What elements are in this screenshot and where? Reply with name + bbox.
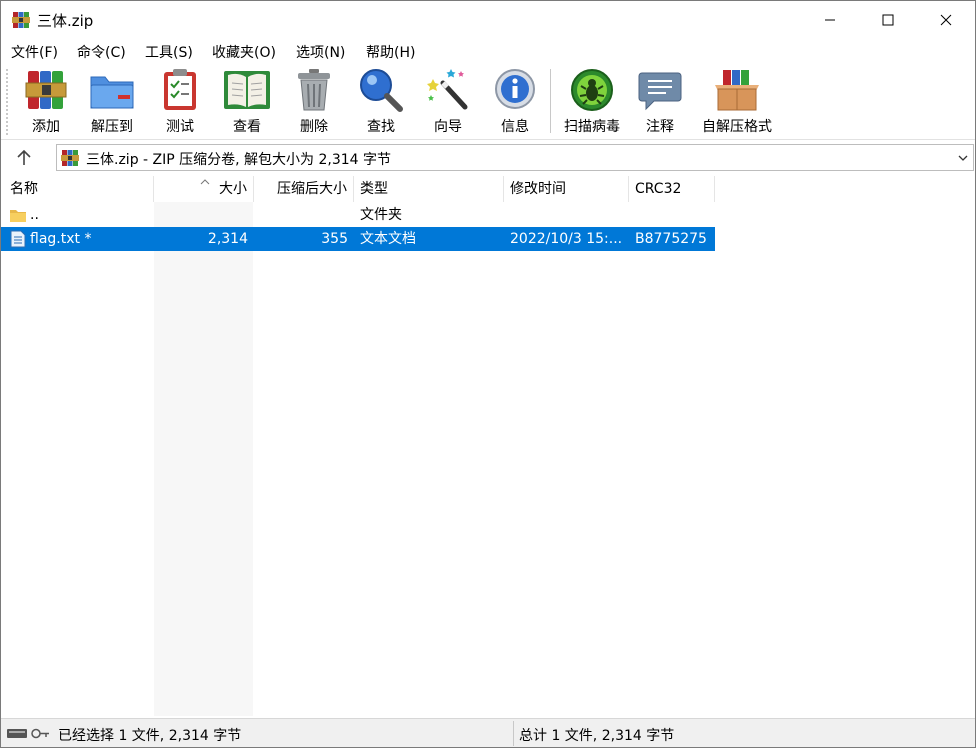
file-list[interactable]: 名称 大小 压缩后大小 类型 修改时间 CRC32 .. 文件夹 flag.tx… — [1, 176, 975, 716]
add-button[interactable]: 添加 — [14, 67, 78, 137]
winrar-window: 三体.zip 文件(F) 命令(C) 工具(S) 收藏夹(O) 选项(N) 帮助… — [0, 0, 976, 748]
window-title: 三体.zip — [37, 12, 94, 30]
extract-folder-icon — [90, 76, 134, 109]
close-icon — [940, 14, 952, 26]
file-crc: B8775275 — [635, 231, 707, 247]
comment-label: 注释 — [646, 119, 674, 135]
list-item-selected[interactable]: flag.txt * 2,314 355 文本文档 2022/10/3 15:.… — [1, 227, 715, 251]
file-type: 文件夹 — [360, 207, 402, 223]
column-header-crc[interactable]: CRC32 — [629, 176, 715, 202]
maximize-button[interactable] — [859, 1, 917, 39]
test-button[interactable]: 测试 — [148, 67, 212, 137]
menu-commands[interactable]: 命令(C) — [77, 42, 126, 62]
menu-options[interactable]: 选项(N) — [296, 42, 345, 62]
column-header-packed[interactable]: 压缩后大小 — [254, 176, 354, 202]
minimize-button[interactable] — [801, 1, 859, 39]
status-total-text: 总计 1 文件, 2,314 字节 — [519, 728, 675, 744]
sfx-box-icon — [715, 70, 759, 111]
virus-scan-icon — [571, 69, 613, 111]
add-archive-icon — [25, 71, 67, 109]
magic-wand-icon — [427, 69, 468, 110]
drive-key-icon — [7, 728, 49, 739]
maximize-icon — [882, 14, 894, 26]
info-button[interactable]: 信息 — [483, 67, 547, 137]
file-size: 2,314 — [207, 231, 248, 247]
text-file-icon — [10, 230, 26, 248]
magnifier-icon — [360, 69, 403, 112]
file-name: .. — [30, 207, 39, 223]
up-folder-button[interactable] — [11, 147, 37, 169]
virus-scan-button[interactable]: 扫描病毒 — [560, 67, 624, 137]
address-text: 三体.zip - ZIP 压缩分卷, 解包大小为 2,314 字节 — [86, 152, 392, 168]
delete-button[interactable]: 删除 — [282, 67, 346, 137]
info-icon — [495, 69, 535, 109]
sfx-label: 自解压格式 — [702, 119, 772, 135]
title-bar: 三体.zip — [1, 1, 975, 39]
extract-to-button[interactable]: 解压到 — [80, 67, 144, 137]
file-packed-size: 355 — [321, 231, 348, 247]
column-header-name[interactable]: 名称 — [1, 176, 154, 202]
column-header-modified[interactable]: 修改时间 — [504, 176, 629, 202]
arrow-up-icon — [17, 149, 31, 165]
winrar-app-icon — [12, 12, 30, 28]
address-bar[interactable]: 三体.zip - ZIP 压缩分卷, 解包大小为 2,314 字节 — [56, 144, 974, 171]
menu-help[interactable]: 帮助(H) — [366, 42, 415, 62]
menu-favorites[interactable]: 收藏夹(O) — [212, 42, 276, 62]
comment-button[interactable]: 注释 — [628, 67, 692, 137]
comment-icon — [638, 72, 682, 111]
sorted-column-highlight — [154, 202, 253, 716]
close-button[interactable] — [917, 1, 975, 39]
status-divider — [513, 721, 514, 746]
column-header-type[interactable]: 类型 — [354, 176, 504, 202]
sort-ascending-icon — [200, 179, 210, 185]
archive-icon — [61, 150, 79, 166]
status-bar: 已经选择 1 文件, 2,314 字节 总计 1 文件, 2,314 字节 — [1, 718, 975, 747]
view-book-icon — [224, 71, 270, 109]
wizard-button[interactable]: 向导 — [416, 67, 480, 137]
status-selection-text: 已经选择 1 文件, 2,314 字节 — [58, 728, 242, 744]
address-row: 三体.zip - ZIP 压缩分卷, 解包大小为 2,314 字节 — [1, 141, 975, 173]
file-name: flag.txt * — [30, 231, 92, 247]
info-label: 信息 — [501, 119, 529, 135]
file-type: 文本文档 — [360, 231, 416, 247]
menu-tools[interactable]: 工具(S) — [145, 42, 193, 62]
chevron-down-icon[interactable] — [957, 152, 969, 164]
find-button[interactable]: 查找 — [349, 67, 413, 137]
view-button[interactable]: 查看 — [215, 67, 279, 137]
test-clipboard-icon — [164, 69, 196, 110]
list-item-parent-folder[interactable]: .. 文件夹 — [1, 203, 715, 227]
menu-file[interactable]: 文件(F) — [11, 42, 58, 62]
minimize-icon — [825, 19, 835, 21]
menu-bar: 文件(F) 命令(C) 工具(S) 收藏夹(O) 选项(N) 帮助(H) — [1, 39, 975, 63]
trash-icon — [298, 69, 330, 111]
folder-icon — [10, 210, 26, 222]
sfx-button[interactable]: 自解压格式 — [702, 67, 772, 137]
list-header: 名称 大小 压缩后大小 类型 修改时间 CRC32 — [1, 176, 975, 202]
file-modified: 2022/10/3 15:... — [510, 231, 623, 247]
